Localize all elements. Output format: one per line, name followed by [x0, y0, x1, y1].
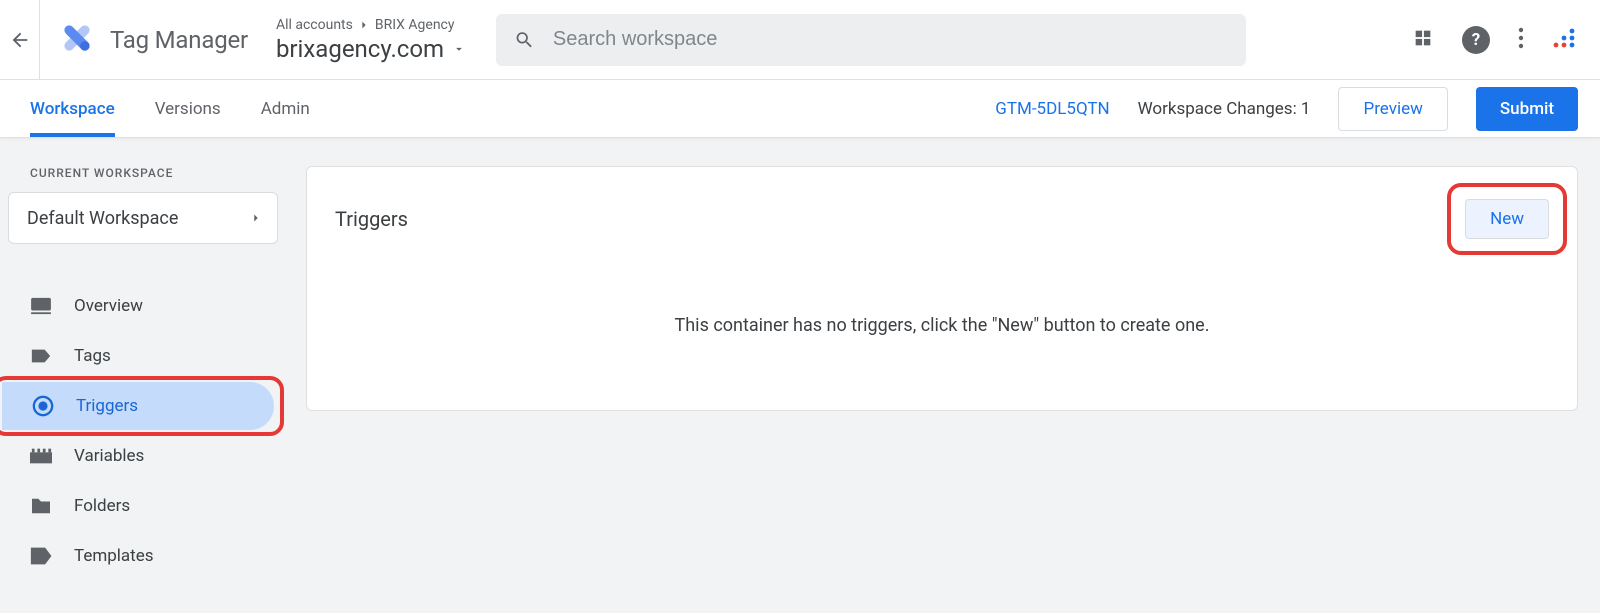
sidebar-item-templates[interactable]: Templates [0, 532, 278, 580]
help-icon[interactable]: ? [1462, 26, 1490, 54]
subheader: Workspace Versions Admin GTM-5DL5QTN Wor… [0, 80, 1600, 138]
sidebar: CURRENT WORKSPACE Default Workspace Over… [0, 138, 306, 613]
search-input[interactable] [553, 28, 1228, 51]
sidebar-item-label: Folders [74, 496, 130, 516]
tag-icon [30, 347, 52, 365]
sidebar-item-folders[interactable]: Folders [0, 482, 278, 530]
account-switcher[interactable]: All accounts BRIX Agency brixagency.com [276, 17, 496, 63]
highlight-triggers: Triggers [0, 376, 284, 436]
breadcrumb-agency: BRIX Agency [375, 17, 455, 33]
arrow-left-icon [9, 29, 31, 51]
container-name: brixagency.com [276, 35, 444, 63]
back-button[interactable] [0, 0, 40, 79]
sidebar-item-label: Variables [74, 446, 144, 466]
sidebar-item-label: Triggers [76, 396, 138, 416]
folder-icon [30, 497, 52, 515]
search-bar[interactable] [496, 14, 1246, 66]
caret-down-icon [452, 42, 466, 56]
tab-workspace[interactable]: Workspace [30, 80, 115, 137]
variables-icon [30, 448, 52, 464]
product-logo-area: Tag Manager [40, 19, 276, 61]
sidebar-item-label: Overview [74, 296, 143, 316]
breadcrumb: All accounts BRIX Agency [276, 17, 466, 33]
sidebar-item-variables[interactable]: Variables [0, 432, 278, 480]
sidebar-item-tags[interactable]: Tags [0, 332, 278, 380]
triggers-card: Triggers New This container has no trigg… [306, 166, 1578, 411]
product-name: Tag Manager [110, 26, 248, 54]
tab-versions[interactable]: Versions [155, 80, 221, 137]
overview-icon [30, 297, 52, 315]
analytics-dots-icon[interactable] [1552, 27, 1576, 53]
sidebar-item-label: Tags [74, 346, 111, 366]
container-id[interactable]: GTM-5DL5QTN [995, 99, 1109, 119]
sidebar-item-label: Templates [74, 546, 154, 566]
empty-state-message: This container has no triggers, click th… [307, 265, 1577, 396]
submit-button[interactable]: Submit [1476, 87, 1578, 131]
template-icon [30, 547, 52, 565]
new-trigger-button[interactable]: New [1465, 199, 1549, 239]
chevron-right-icon [359, 20, 369, 30]
trigger-icon [32, 395, 54, 417]
chevron-right-icon [249, 211, 263, 225]
sidebar-nav: Overview Tags Triggers [0, 282, 306, 580]
card-title: Triggers [335, 207, 408, 231]
workspace-name: Default Workspace [27, 208, 178, 229]
workspace-changes: Workspace Changes: 1 [1138, 99, 1311, 119]
preview-button[interactable]: Preview [1338, 87, 1447, 131]
current-workspace-label: CURRENT WORKSPACE [0, 166, 306, 180]
highlight-new: New [1447, 183, 1567, 255]
sidebar-item-overview[interactable]: Overview [0, 282, 278, 330]
more-menu-icon[interactable] [1518, 27, 1524, 53]
search-icon [514, 29, 535, 51]
apps-icon[interactable] [1412, 27, 1434, 53]
tab-admin[interactable]: Admin [261, 80, 310, 137]
top-bar: Tag Manager All accounts BRIX Agency bri… [0, 0, 1600, 80]
main-content: Triggers New This container has no trigg… [306, 138, 1600, 613]
tag-manager-logo-icon [58, 19, 96, 61]
body-area: CURRENT WORKSPACE Default Workspace Over… [0, 138, 1600, 613]
card-header: Triggers New [307, 167, 1577, 265]
breadcrumb-accounts: All accounts [276, 17, 353, 33]
main-tabs: Workspace Versions Admin [30, 80, 310, 137]
workspace-switcher[interactable]: Default Workspace [8, 192, 278, 244]
sidebar-item-triggers[interactable]: Triggers [2, 382, 274, 430]
